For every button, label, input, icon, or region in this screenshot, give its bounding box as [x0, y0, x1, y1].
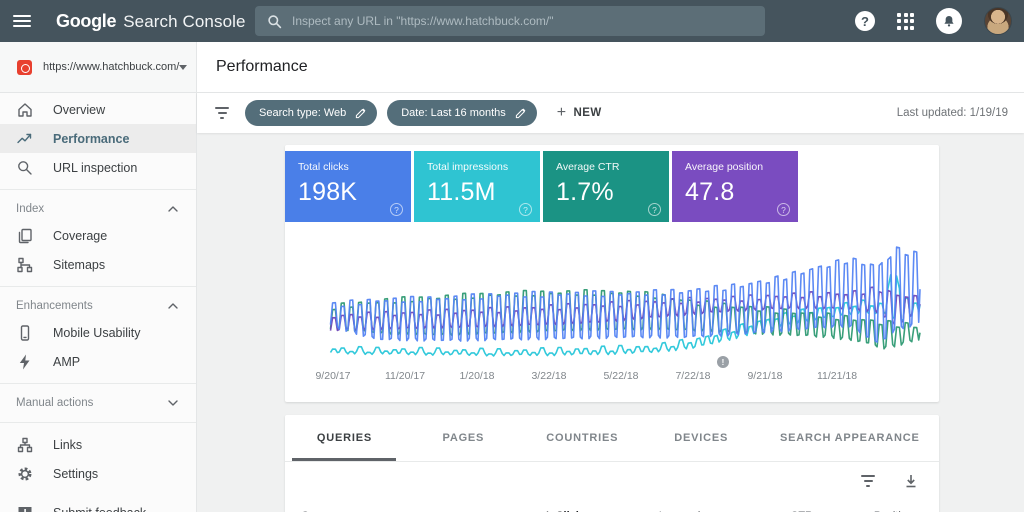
- tab-queries[interactable]: QUERIES: [285, 415, 404, 461]
- chevron-down-icon: [179, 65, 187, 70]
- chevron-down-icon: [168, 400, 178, 406]
- avatar[interactable]: [984, 7, 1012, 35]
- property-url: https://www.hatchbuck.com/: [43, 61, 179, 73]
- sidebar-item-amp[interactable]: AMP: [0, 347, 196, 376]
- search-input[interactable]: [292, 14, 753, 28]
- divider: [0, 422, 196, 423]
- spacer: [0, 488, 196, 498]
- sidebar-nav: Overview Performance URL inspection Inde…: [0, 93, 196, 512]
- help-icon[interactable]: ?: [777, 203, 790, 216]
- menu-icon[interactable]: [0, 15, 44, 27]
- sidebar-item-url-inspection[interactable]: URL inspection: [0, 153, 196, 182]
- topbar-actions: ?: [855, 0, 1016, 42]
- sitemap-tree-icon: [16, 256, 34, 274]
- home-icon: [16, 101, 34, 119]
- chevron-up-icon: [168, 206, 178, 212]
- main-area: Performance Search type: Web Date: Last …: [197, 42, 1024, 512]
- pencil-icon: [515, 108, 526, 119]
- performance-summary-panel: Total clicks 198K ? Total impressions 11…: [285, 145, 939, 402]
- last-updated-label: Last updated: 1/19/19: [897, 107, 1008, 119]
- help-icon[interactable]: ?: [519, 203, 532, 216]
- divider: [0, 286, 196, 287]
- dimension-tabs: QUERIES PAGES COUNTRIES DEVICES SEARCH A…: [285, 415, 939, 462]
- lightning-icon: [16, 353, 34, 371]
- content-scroll-area: Total clicks 198K ? Total impressions 11…: [197, 133, 1024, 512]
- sidebar-item-settings[interactable]: Settings: [0, 459, 196, 488]
- search-icon: [267, 14, 282, 29]
- sidebar-item-submit-feedback[interactable]: Submit feedback: [0, 498, 196, 512]
- apps-grid-icon[interactable]: [897, 13, 914, 30]
- table-toolbar: [285, 462, 939, 500]
- divider: [0, 189, 196, 190]
- sidebar-item-links[interactable]: Links: [0, 430, 196, 459]
- magnifier-icon: [16, 159, 34, 177]
- tab-pages[interactable]: PAGES: [404, 415, 523, 461]
- chart-annotation-marker[interactable]: !: [717, 356, 729, 368]
- gear-icon: [16, 465, 34, 483]
- page-header: Performance: [197, 42, 1024, 93]
- metric-card-average-ctr[interactable]: Average CTR 1.7% ?: [543, 151, 669, 222]
- feedback-icon: [16, 504, 34, 512]
- sidebar-item-overview[interactable]: Overview: [0, 95, 196, 124]
- dimensions-table-panel: QUERIES PAGES COUNTRIES DEVICES SEARCH A…: [285, 415, 939, 512]
- tab-countries[interactable]: COUNTRIES: [523, 415, 642, 461]
- page-title: Performance: [216, 58, 308, 76]
- sidebar-item-performance[interactable]: Performance: [0, 124, 196, 153]
- performance-chart[interactable]: [285, 222, 939, 370]
- app-logo[interactable]: Google Search Console: [56, 11, 246, 32]
- table-header-row: Query Clicks Impressions CTR Position: [285, 500, 939, 512]
- site-favicon: [17, 60, 32, 75]
- chevron-up-icon: [168, 303, 178, 309]
- pencil-icon: [355, 108, 366, 119]
- sidebar-section-enhancements[interactable]: Enhancements: [0, 294, 196, 318]
- smartphone-icon: [16, 324, 34, 342]
- filter-bar: Search type: Web Date: Last 16 months + …: [197, 93, 1024, 133]
- notifications-bell-icon[interactable]: [936, 8, 962, 34]
- metric-card-total-clicks[interactable]: Total clicks 198K ?: [285, 151, 411, 222]
- help-icon[interactable]: ?: [390, 203, 403, 216]
- metric-cards: Total clicks 198K ? Total impressions 11…: [285, 145, 939, 222]
- plus-icon: +: [557, 104, 567, 122]
- help-icon[interactable]: ?: [855, 11, 875, 31]
- metric-card-average-position[interactable]: Average position 47.8 ?: [672, 151, 798, 222]
- performance-chart-icon: [16, 130, 34, 148]
- table-filter-icon[interactable]: [861, 475, 875, 486]
- link-tree-icon: [16, 436, 34, 454]
- sidebar-section-manual-actions[interactable]: Manual actions: [0, 391, 196, 415]
- tab-search-appearance[interactable]: SEARCH APPEARANCE: [761, 415, 939, 461]
- sidebar-item-coverage[interactable]: Coverage: [0, 221, 196, 250]
- tab-devices[interactable]: DEVICES: [642, 415, 761, 461]
- filter-list-icon[interactable]: [215, 107, 229, 118]
- new-filter-button[interactable]: + NEW: [557, 104, 602, 122]
- logo-search-console: Search Console: [123, 12, 245, 32]
- metric-card-total-impressions[interactable]: Total impressions 11.5M ?: [414, 151, 540, 222]
- url-inspect-searchbox[interactable]: [255, 6, 765, 36]
- sidebar: https://www.hatchbuck.com/ Overview Perf…: [0, 42, 197, 512]
- divider: [0, 383, 196, 384]
- logo-google: Google: [56, 11, 116, 32]
- sidebar-item-mobile-usability[interactable]: Mobile Usability: [0, 318, 196, 347]
- top-app-bar: Google Search Console ?: [0, 0, 1024, 42]
- filter-chip-date[interactable]: Date: Last 16 months: [387, 100, 537, 126]
- sidebar-item-sitemaps[interactable]: Sitemaps: [0, 250, 196, 279]
- chart-x-axis: 9/20/17 11/20/17 1/20/18 3/22/18 5/22/18…: [297, 370, 873, 382]
- help-icon[interactable]: ?: [648, 203, 661, 216]
- property-selector[interactable]: https://www.hatchbuck.com/: [0, 42, 196, 93]
- download-icon[interactable]: [903, 473, 919, 489]
- sidebar-section-index[interactable]: Index: [0, 197, 196, 221]
- pages-icon: [16, 227, 34, 245]
- filter-chip-search-type[interactable]: Search type: Web: [245, 100, 377, 126]
